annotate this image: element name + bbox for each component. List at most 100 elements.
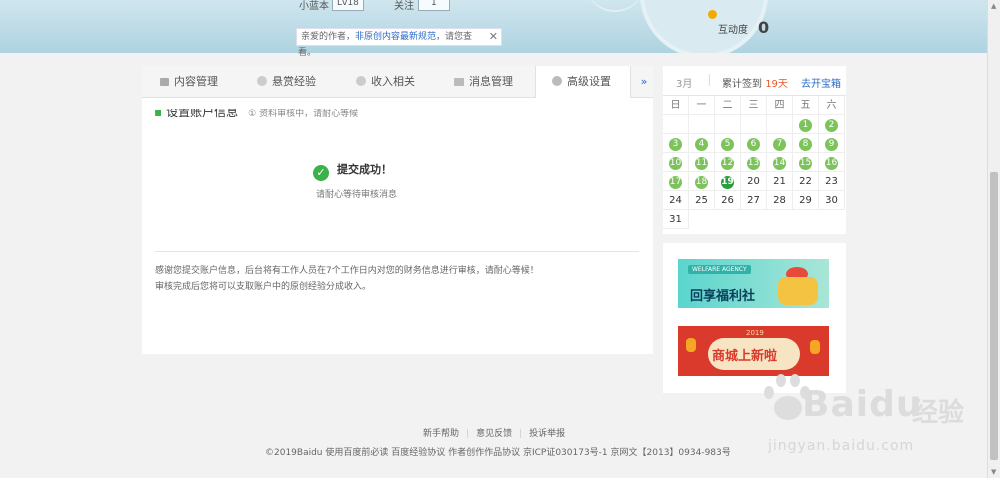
footer-link-report[interactable]: 投诉举报 xyxy=(529,429,565,439)
signed-day-marker: 7 xyxy=(773,138,786,151)
notice-prefix: 亲爱的作者， xyxy=(301,32,356,42)
calendar-day[interactable]: 7 xyxy=(767,134,793,153)
calendar-day[interactable]: 3 xyxy=(663,134,689,153)
tab-advanced-settings[interactable]: 高级设置 xyxy=(535,66,631,98)
signed-day-marker: 5 xyxy=(721,138,734,151)
streak-value: 19天 xyxy=(765,79,788,90)
welfare-title: 回享福利社 xyxy=(690,289,756,304)
tab-label: 高级设置 xyxy=(567,75,611,88)
signed-day-marker: 11 xyxy=(695,157,708,170)
today-marker: 19 xyxy=(721,176,734,189)
footer-link-help[interactable]: 新手帮助 xyxy=(423,429,459,439)
promo-panel: WELFARE AGENCY 回享福利社 2019 商城上新啦 xyxy=(663,243,846,393)
day-number: 24 xyxy=(669,195,682,206)
watermark-url: jingyan.baidu.com xyxy=(768,438,915,454)
signed-day-marker: 10 xyxy=(669,157,682,170)
calendar-row: 31 xyxy=(663,210,846,229)
calendar-day[interactable]: 27 xyxy=(741,191,767,210)
signed-day-marker: 6 xyxy=(747,138,760,151)
level-badge[interactable]: Lv18 xyxy=(332,0,364,11)
calendar-day[interactable]: 19 xyxy=(715,172,741,191)
progress-dot xyxy=(708,10,717,19)
footer-links: 新手帮助 | 意见反馈 | 投诉举报 xyxy=(423,426,565,439)
calendar-day[interactable]: 21 xyxy=(767,172,793,191)
tab-content-management[interactable]: 内容管理 xyxy=(160,66,218,97)
open-treasure-link[interactable]: 去开宝箱 xyxy=(801,75,841,90)
scroll-down-icon[interactable]: ▼ xyxy=(991,468,996,476)
calendar-row: 10 11 12 13 14 15 16 xyxy=(663,153,846,172)
signed-day-marker: 16 xyxy=(825,157,838,170)
success-subtitle: 请耐心等待审核消息 xyxy=(316,190,398,200)
calendar-day[interactable]: 29 xyxy=(793,191,819,210)
level-label: 小蓝本 xyxy=(299,1,329,12)
calendar-day[interactable]: 17 xyxy=(663,172,689,191)
watermark-brand: Baidu xyxy=(802,384,923,425)
calendar-row: 24 25 26 27 28 29 30 xyxy=(663,191,846,210)
calendar-day[interactable]: 8 xyxy=(793,134,819,153)
notice-wrap-text: 看。 xyxy=(298,48,317,58)
signed-day-marker: 17 xyxy=(669,176,682,189)
welfare-banner[interactable]: WELFARE AGENCY 回享福利社 xyxy=(678,259,829,308)
weekday-header: 五 xyxy=(793,96,819,115)
day-number: 26 xyxy=(721,195,734,206)
calendar-day[interactable]: 5 xyxy=(715,134,741,153)
calendar-day[interactable]: 9 xyxy=(819,134,845,153)
reward-icon xyxy=(257,76,267,86)
calendar-day[interactable]: 11 xyxy=(689,153,715,172)
calendar-day[interactable]: 13 xyxy=(741,153,767,172)
mall-title: 商城上新啦 xyxy=(712,349,778,364)
notice-suffix: ，请您查 xyxy=(436,32,473,42)
tab-message-management[interactable]: 消息管理 xyxy=(454,66,513,97)
calendar-day[interactable]: 28 xyxy=(767,191,793,210)
vertical-scrollbar[interactable]: ▲ ▼ xyxy=(987,0,1000,478)
scroll-up-icon[interactable]: ▲ xyxy=(991,2,996,10)
calendar-day[interactable]: 23 xyxy=(819,172,845,191)
calendar-day[interactable]: 22 xyxy=(793,172,819,191)
follow-label: 关注 xyxy=(394,1,414,12)
calendar-day[interactable]: 30 xyxy=(819,191,845,210)
calendar-day[interactable]: 16 xyxy=(819,153,845,172)
weekday-header: 二 xyxy=(715,96,741,115)
section-title-text: 设置账户信息 xyxy=(166,105,239,119)
list-icon xyxy=(160,78,169,86)
watermark-cn: 经验 xyxy=(912,398,965,428)
section-title: ▪ 设置账户信息 ① 资料审核中，请耐心等候 xyxy=(154,105,358,120)
calendar-day[interactable]: 20 xyxy=(741,172,767,191)
calendar-day[interactable]: 15 xyxy=(793,153,819,172)
check-icon: ✓ xyxy=(313,165,329,181)
description-line-2: 审核完成后您将可以支取账户中的原创经验分成收入。 xyxy=(155,282,372,292)
calendar-day[interactable]: 12 xyxy=(715,153,741,172)
calendar-day[interactable]: 4 xyxy=(689,134,715,153)
calendar-day[interactable]: 25 xyxy=(689,191,715,210)
tab-income[interactable]: 收入相关 xyxy=(356,66,415,97)
day-number: 20 xyxy=(747,176,760,187)
calendar-day[interactable]: 14 xyxy=(767,153,793,172)
calendar-day[interactable]: 31 xyxy=(663,210,689,229)
profile-banner: 小蓝本 Lv18 关注 1 互动度 0 亲爱的作者，非原创内容最新规范，请您查 ✕ xyxy=(0,0,988,53)
banner-arc-decoration xyxy=(585,0,645,12)
calendar-day[interactable]: 1 xyxy=(793,115,819,134)
calendar-day[interactable]: 18 xyxy=(689,172,715,191)
weekday-header: 六 xyxy=(819,96,845,115)
tab-more-button[interactable]: » xyxy=(635,66,653,97)
lantern-icon xyxy=(686,338,696,352)
notice-link[interactable]: 非原创内容最新规范 xyxy=(355,32,436,42)
day-number: 23 xyxy=(825,176,838,187)
baidu-watermark: Baidu 经验 jingyan.baidu.com xyxy=(762,372,972,462)
section-bullet-icon: ▪ xyxy=(154,105,163,119)
calendar-day[interactable]: 26 xyxy=(715,191,741,210)
signed-day-marker: 12 xyxy=(721,157,734,170)
tab-reward-experience[interactable]: 悬赏经验 xyxy=(257,66,316,97)
calendar-day[interactable]: 10 xyxy=(663,153,689,172)
calendar-day[interactable]: 2 xyxy=(819,115,845,134)
scroll-thumb[interactable] xyxy=(990,172,998,460)
tab-bar: 内容管理 悬赏经验 收入相关 消息管理 高级设置 » xyxy=(142,66,653,98)
follow-count[interactable]: 1 xyxy=(418,0,450,11)
signed-day-marker: 15 xyxy=(799,157,812,170)
mall-banner[interactable]: 2019 商城上新啦 xyxy=(678,326,829,376)
calendar-day[interactable]: 6 xyxy=(741,134,767,153)
footer-link-feedback[interactable]: 意见反馈 xyxy=(476,429,512,439)
calendar-day[interactable]: 24 xyxy=(663,191,689,210)
close-icon[interactable]: ✕ xyxy=(489,29,498,45)
calendar-grid: 日一二三四五六 1 2 3 4 5 6 7 8 9 10 11 12 13 14 15 16 17 18 19 20 21… xyxy=(663,96,846,229)
